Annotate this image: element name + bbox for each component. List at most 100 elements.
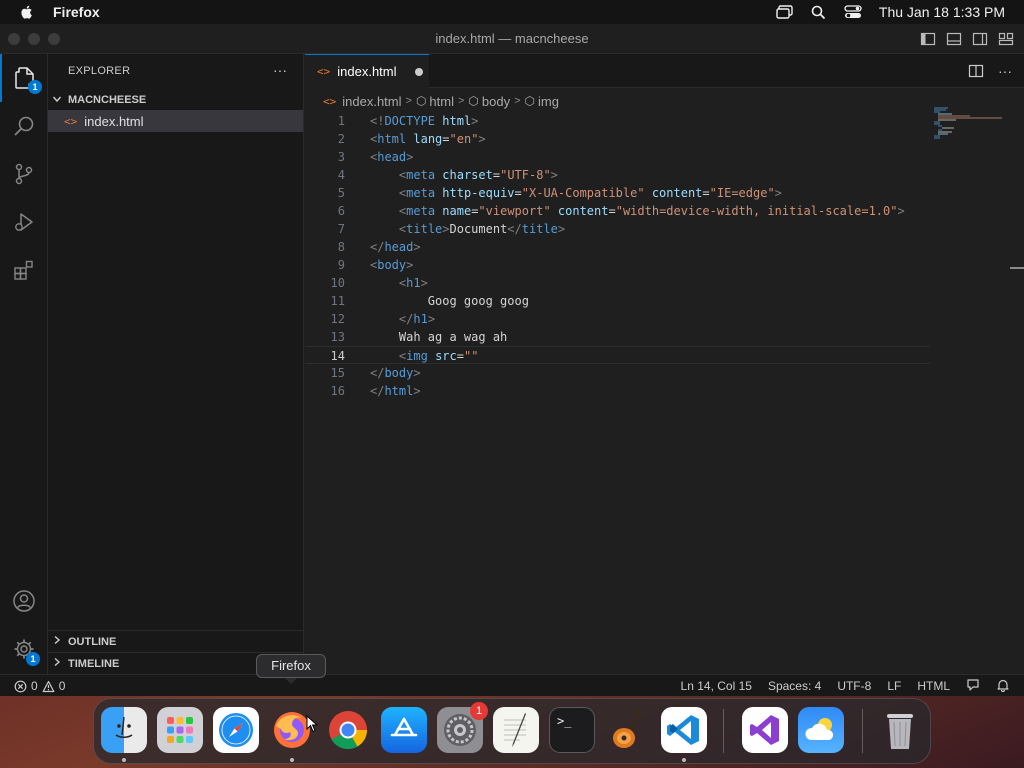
apple-logo-icon[interactable] xyxy=(19,4,35,20)
notifications-bell-icon[interactable] xyxy=(996,678,1010,695)
language-mode[interactable]: HTML xyxy=(917,679,950,693)
cursor-position[interactable]: Ln 14, Col 15 xyxy=(681,679,752,693)
breadcrumb-item-html[interactable]: html xyxy=(429,94,454,109)
run-debug-activity-button[interactable] xyxy=(0,198,48,246)
terminal-prompt: >_ xyxy=(557,714,572,728)
terminal-icon[interactable]: >_ xyxy=(549,707,595,753)
explorer-sidebar: EXPLORER ··· MACNCHEESE <> index.html OU… xyxy=(48,54,304,674)
close-window-button[interactable] xyxy=(8,32,20,45)
manage-activity-button[interactable]: 1 xyxy=(0,625,48,673)
source-control-activity-button[interactable] xyxy=(0,150,48,198)
code-line: 4 <meta charset="UTF-8"> xyxy=(305,166,930,184)
trash-icon[interactable] xyxy=(877,707,923,753)
visual-studio-icon[interactable] xyxy=(742,707,788,753)
launchpad-icon[interactable] xyxy=(157,707,203,753)
split-editor-icon[interactable] xyxy=(968,63,984,79)
outline-section-header[interactable]: OUTLINE xyxy=(48,630,304,652)
tab-label: index.html xyxy=(337,64,397,79)
search-icon xyxy=(14,116,34,136)
encoding-setting[interactable]: UTF-8 xyxy=(837,679,871,693)
code-line: 7 <title>Document</title> xyxy=(305,220,930,238)
breadcrumb-item-body[interactable]: body xyxy=(482,94,510,109)
toggle-panel-icon[interactable] xyxy=(946,31,962,47)
scrollbar-cursor-marker xyxy=(1010,267,1024,269)
window-title: index.html — macncheese xyxy=(435,31,589,46)
line-number: 13 xyxy=(330,330,345,344)
title-bar: index.html — macncheese xyxy=(0,24,1024,54)
indentation-setting[interactable]: Spaces: 4 xyxy=(768,679,821,693)
line-number: 6 xyxy=(337,204,345,218)
tab-index-html[interactable]: <> index.html xyxy=(305,54,429,88)
chevron-right-icon: > xyxy=(514,95,521,107)
search-activity-button[interactable] xyxy=(0,102,48,150)
control-center-icon[interactable] xyxy=(843,2,863,22)
end-of-line-setting[interactable]: LF xyxy=(887,679,901,693)
vscode-running-indicator xyxy=(682,758,686,762)
screen-mirroring-icon[interactable] xyxy=(775,2,795,22)
safari-icon[interactable] xyxy=(213,707,259,753)
editor-tabs: <> index.html ··· xyxy=(305,54,1024,88)
warning-count: 0 xyxy=(58,679,66,693)
line-number: 14 xyxy=(330,349,345,363)
chevron-right-icon: > xyxy=(405,95,412,107)
toggle-primary-sidebar-icon[interactable] xyxy=(920,31,936,47)
workspace-folder-header[interactable]: MACNCHEESE xyxy=(48,90,304,110)
toggle-secondary-sidebar-icon[interactable] xyxy=(972,31,988,47)
html-file-icon: <> xyxy=(323,94,337,108)
app-store-icon[interactable] xyxy=(381,707,427,753)
code-editor[interactable]: 1 <!DOCTYPE html> 2 <html lang="en"> 3 <hea… xyxy=(305,112,1024,612)
status-bar-right: Ln 14, Col 15 Spaces: 4 UTF-8 LF HTML xyxy=(665,675,1010,697)
explorer-badge: 1 xyxy=(28,80,42,94)
explorer-activity-button[interactable]: 1 xyxy=(0,54,48,102)
chevron-right-icon: > xyxy=(457,95,465,107)
line-number: 10 xyxy=(330,276,345,290)
file-tree-item-index-html[interactable]: <> index.html xyxy=(48,110,303,132)
finder-icon[interactable] xyxy=(101,707,147,753)
account-icon xyxy=(13,590,35,612)
line-number: 9 xyxy=(337,258,345,272)
firefox-running-indicator xyxy=(290,758,294,762)
source-control-icon xyxy=(15,163,33,185)
accounts-activity-button[interactable] xyxy=(0,577,48,625)
chrome-icon[interactable] xyxy=(325,707,371,753)
code-line: 3 <head> xyxy=(305,148,930,166)
more-actions-button[interactable]: ··· xyxy=(273,62,287,78)
code-line: 6 <meta name="viewport" content="width=d… xyxy=(305,202,930,220)
breadcrumb-file[interactable]: index.html xyxy=(342,94,401,109)
breadcrumb-item-img[interactable]: img xyxy=(538,94,559,109)
minimize-window-button[interactable] xyxy=(28,32,40,45)
textedit-icon[interactable] xyxy=(493,707,539,753)
feedback-icon[interactable] xyxy=(966,678,980,695)
weather-icon[interactable] xyxy=(798,707,844,753)
customize-layout-icon[interactable] xyxy=(998,31,1014,47)
line-number: 4 xyxy=(337,168,345,182)
code-line: 10 <h1> xyxy=(305,274,930,292)
extensions-icon xyxy=(14,260,33,280)
garageband-icon[interactable] xyxy=(605,707,651,753)
outline-section-label: OUTLINE xyxy=(68,635,117,648)
menubar-clock[interactable]: Thu Jan 18 1:33 PM xyxy=(879,4,1005,20)
error-count: 0 xyxy=(31,679,38,693)
dock-separator xyxy=(723,709,724,753)
vscode-icon[interactable] xyxy=(661,707,707,753)
line-number: 5 xyxy=(337,186,345,200)
zoom-window-button[interactable] xyxy=(48,32,60,45)
code-line: 13 Wah ag a wag ah xyxy=(305,328,930,346)
code-line-current: 14 <img src="" xyxy=(305,346,930,364)
dock-tooltip: Firefox xyxy=(256,654,326,684)
code-line: 11 Goog goog goog xyxy=(305,292,930,310)
minimap[interactable] xyxy=(930,106,1010,146)
spotlight-search-icon[interactable] xyxy=(809,2,829,22)
macos-dock: 1 >_ xyxy=(93,698,931,764)
editor-group: <> index.html ··· <> index.html > ⬡ html… xyxy=(305,54,1024,674)
active-app-name[interactable]: Firefox xyxy=(53,4,100,20)
sidebar-title: EXPLORER xyxy=(68,65,131,77)
macos-menu-bar: Firefox Thu Jan 18 1:33 PM xyxy=(0,0,1024,24)
problems-indicator[interactable]: 0 0 xyxy=(14,675,65,697)
code-line: 2 <html lang="en"> xyxy=(305,130,930,148)
more-editor-actions-icon[interactable]: ··· xyxy=(998,63,1012,79)
unsaved-changes-dot[interactable] xyxy=(414,67,423,76)
line-number: 2 xyxy=(337,132,345,146)
code-line: 5 <meta http-equiv="X-UA-Compatible" con… xyxy=(305,184,930,202)
extensions-activity-button[interactable] xyxy=(0,246,48,294)
